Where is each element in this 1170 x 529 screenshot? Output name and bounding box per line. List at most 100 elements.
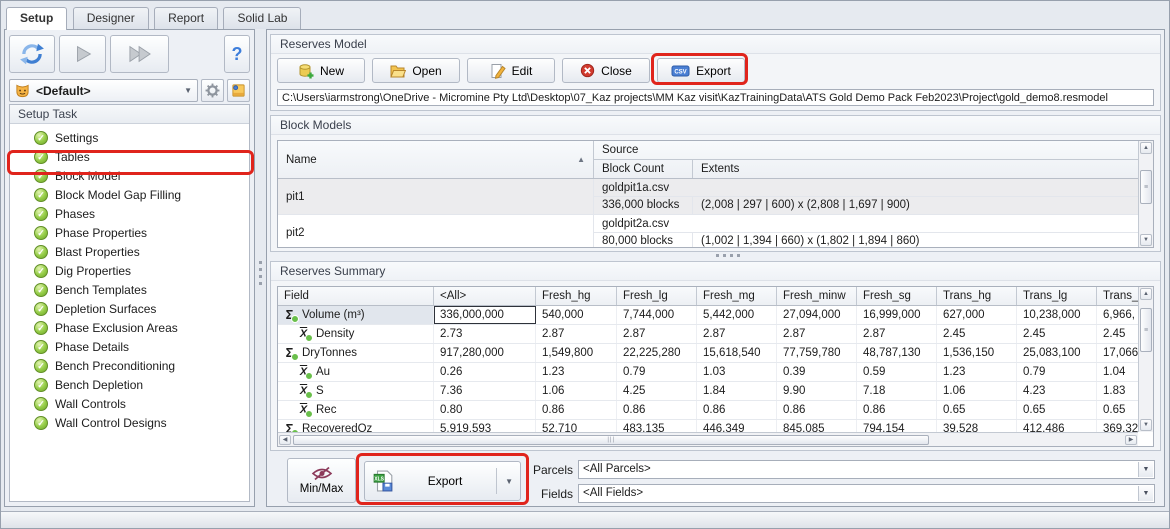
sidebar-item-phase-details[interactable]: ✓Phase Details bbox=[10, 337, 249, 356]
summary-value-cell[interactable]: 7.36 bbox=[434, 382, 536, 400]
summary-value-cell[interactable]: 4.25 bbox=[617, 382, 697, 400]
column-header-name[interactable]: Name ▲ bbox=[278, 141, 594, 178]
summary-value-cell[interactable]: 794,154 bbox=[857, 420, 937, 432]
sidebar-item-blast-properties[interactable]: ✓Blast Properties bbox=[10, 242, 249, 261]
horizontal-splitter-handle[interactable] bbox=[716, 254, 740, 257]
summary-value-cell[interactable]: 6,966, bbox=[1097, 306, 1138, 324]
tab-designer[interactable]: Designer bbox=[73, 7, 149, 29]
run-all-button[interactable] bbox=[110, 35, 169, 73]
summary-value-cell[interactable]: 2.87 bbox=[857, 325, 937, 343]
summary-value-cell[interactable]: 48,787,130 bbox=[857, 344, 937, 362]
summary-value-cell[interactable]: 0.86 bbox=[777, 401, 857, 419]
summary-value-cell[interactable]: 1.04 bbox=[1097, 363, 1138, 381]
column-header-block-count[interactable]: Block Count bbox=[594, 160, 693, 178]
scrollbar-thumb[interactable]: ≡ bbox=[1140, 308, 1152, 352]
sidebar-item-phases[interactable]: ✓Phases bbox=[10, 204, 249, 223]
summary-value-cell[interactable]: 0.26 bbox=[434, 363, 536, 381]
sidebar-item-depletion-surfaces[interactable]: ✓Depletion Surfaces bbox=[10, 299, 249, 318]
summary-column-header[interactable]: Fresh_sg bbox=[857, 287, 937, 305]
vertical-splitter-handle[interactable] bbox=[258, 261, 263, 285]
summary-value-cell[interactable]: 627,000 bbox=[937, 306, 1017, 324]
summary-value-cell[interactable]: 0.86 bbox=[536, 401, 617, 419]
tab-solid-lab[interactable]: Solid Lab bbox=[223, 7, 301, 29]
summary-value-cell[interactable]: 2.45 bbox=[1097, 325, 1138, 343]
tab-report[interactable]: Report bbox=[154, 7, 218, 29]
summary-value-cell[interactable]: 2.73 bbox=[434, 325, 536, 343]
summary-row[interactable]: ΣRecoveredOz5,919,59352,710483,135446,34… bbox=[278, 420, 1138, 432]
refresh-button[interactable] bbox=[9, 35, 55, 73]
scrollbar-thumb[interactable]: ≡ bbox=[1140, 170, 1152, 204]
summary-value-cell[interactable]: 483,135 bbox=[617, 420, 697, 432]
summary-vertical-scrollbar[interactable]: ▲ ≡ ▼ bbox=[1138, 287, 1153, 432]
chevron-down-icon[interactable]: ▼ bbox=[1138, 486, 1153, 501]
scrollbar-thumb[interactable]: ||| bbox=[293, 435, 929, 445]
summary-value-cell[interactable]: 0.59 bbox=[857, 363, 937, 381]
summary-row[interactable]: ΣVolume (m³)336,000,000540,0007,744,0005… bbox=[278, 306, 1138, 325]
sidebar-item-wall-controls[interactable]: ✓Wall Controls bbox=[10, 394, 249, 413]
sidebar-item-bench-templates[interactable]: ✓Bench Templates bbox=[10, 280, 249, 299]
summary-value-cell[interactable]: 0.65 bbox=[1017, 401, 1097, 419]
summary-horizontal-scrollbar[interactable]: ◀ ||| ▶ bbox=[278, 432, 1138, 446]
notes-button[interactable] bbox=[227, 79, 250, 102]
sidebar-item-phase-exclusion-areas[interactable]: ✓Phase Exclusion Areas bbox=[10, 318, 249, 337]
settings-button[interactable] bbox=[201, 79, 224, 102]
summary-value-cell[interactable]: 2.45 bbox=[937, 325, 1017, 343]
sidebar-item-settings[interactable]: ✓Settings bbox=[10, 128, 249, 147]
summary-value-cell[interactable]: 7.18 bbox=[857, 382, 937, 400]
chevron-down-icon[interactable]: ▼ bbox=[1138, 462, 1153, 477]
summary-value-cell[interactable]: 1.03 bbox=[697, 363, 777, 381]
summary-value-cell[interactable]: 2.87 bbox=[777, 325, 857, 343]
column-header-source[interactable]: Source bbox=[594, 141, 1138, 160]
sidebar-item-tables[interactable]: ✓Tables bbox=[10, 147, 249, 166]
fields-dropdown[interactable]: <All Fields> ▼ bbox=[578, 484, 1155, 503]
new-button[interactable]: New bbox=[277, 58, 365, 83]
summary-value-cell[interactable]: 10,238,000 bbox=[1017, 306, 1097, 324]
summary-value-cell[interactable]: 0.65 bbox=[1097, 401, 1138, 419]
summary-value-cell[interactable]: 0.86 bbox=[857, 401, 937, 419]
scroll-left-icon[interactable]: ◀ bbox=[279, 435, 291, 445]
summary-column-header[interactable]: Field bbox=[278, 287, 434, 305]
summary-value-cell[interactable]: 2.45 bbox=[1017, 325, 1097, 343]
summary-value-cell[interactable]: 0.79 bbox=[617, 363, 697, 381]
sidebar-item-bench-preconditioning[interactable]: ✓Bench Preconditioning bbox=[10, 356, 249, 375]
summary-value-cell[interactable]: 17,066 bbox=[1097, 344, 1138, 362]
summary-row[interactable]: XDensity2.732.872.872.872.872.872.452.45… bbox=[278, 325, 1138, 344]
summary-value-cell[interactable]: 2.87 bbox=[697, 325, 777, 343]
summary-value-cell[interactable]: 52,710 bbox=[536, 420, 617, 432]
scroll-up-icon[interactable]: ▲ bbox=[1140, 288, 1152, 300]
summary-value-cell[interactable]: 7,744,000 bbox=[617, 306, 697, 324]
summary-row[interactable]: ΣDryTonnes917,280,0001,549,80022,225,280… bbox=[278, 344, 1138, 363]
summary-value-cell[interactable]: 4.23 bbox=[1017, 382, 1097, 400]
summary-value-cell[interactable]: 1,549,800 bbox=[536, 344, 617, 362]
summary-value-cell[interactable]: 39,528 bbox=[937, 420, 1017, 432]
summary-value-cell[interactable]: 27,094,000 bbox=[777, 306, 857, 324]
summary-column-header[interactable]: Fresh_minw bbox=[777, 287, 857, 305]
summary-value-cell[interactable]: 446,349 bbox=[697, 420, 777, 432]
export-xls-button[interactable]: XLS Export ▼ bbox=[364, 461, 521, 501]
parcels-dropdown[interactable]: <All Parcels> ▼ bbox=[578, 460, 1155, 479]
summary-value-cell[interactable]: 5,442,000 bbox=[697, 306, 777, 324]
summary-row[interactable]: XS7.361.064.251.849.907.181.064.231.83 bbox=[278, 382, 1138, 401]
summary-value-cell[interactable]: 0.39 bbox=[777, 363, 857, 381]
summary-value-cell[interactable]: 412,486 bbox=[1017, 420, 1097, 432]
help-button[interactable]: ? bbox=[224, 35, 250, 73]
summary-value-cell[interactable]: 9.90 bbox=[777, 382, 857, 400]
summary-column-header[interactable]: Fresh_hg bbox=[536, 287, 617, 305]
minmax-button[interactable]: Min/Max bbox=[287, 458, 356, 503]
summary-column-header[interactable]: <All> bbox=[434, 287, 536, 305]
summary-value-cell[interactable]: 1,536,150 bbox=[937, 344, 1017, 362]
sidebar-item-phase-properties[interactable]: ✓Phase Properties bbox=[10, 223, 249, 242]
summary-value-cell[interactable]: 22,225,280 bbox=[617, 344, 697, 362]
summary-value-cell[interactable]: 540,000 bbox=[536, 306, 617, 324]
summary-value-cell[interactable]: 369,32 bbox=[1097, 420, 1138, 432]
model-path-field[interactable]: C:\Users\iarmstrong\OneDrive - Micromine… bbox=[277, 89, 1154, 106]
summary-value-cell[interactable]: 0.79 bbox=[1017, 363, 1097, 381]
summary-value-cell[interactable]: 1.23 bbox=[536, 363, 617, 381]
summary-column-header[interactable]: Trans_mg bbox=[1097, 287, 1138, 305]
block-models-vertical-scrollbar[interactable]: ▲ ≡ ▼ bbox=[1138, 141, 1153, 247]
sidebar-item-wall-control-designs[interactable]: ✓Wall Control Designs bbox=[10, 413, 249, 432]
scroll-up-icon[interactable]: ▲ bbox=[1140, 142, 1152, 154]
summary-value-cell[interactable]: 0.86 bbox=[617, 401, 697, 419]
summary-value-cell[interactable]: 0.86 bbox=[697, 401, 777, 419]
scroll-right-icon[interactable]: ▶ bbox=[1125, 435, 1137, 445]
